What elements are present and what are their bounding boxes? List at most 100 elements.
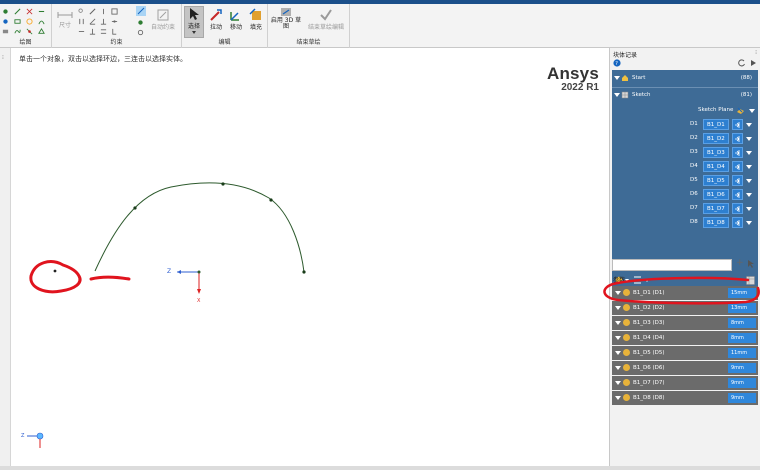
sketch-curve[interactable] xyxy=(94,182,305,273)
driver-caret[interactable] xyxy=(746,151,752,155)
expand-arrow-icon[interactable] xyxy=(615,351,621,355)
symmetric-icon[interactable] xyxy=(100,28,107,35)
help-icon[interactable]: ? xyxy=(613,59,621,67)
driver-caret[interactable] xyxy=(746,193,752,197)
refresh-icon[interactable] xyxy=(738,59,746,67)
concentric-icon[interactable] xyxy=(137,29,144,36)
sketch-point[interactable] xyxy=(221,182,225,186)
expand-arrow-icon[interactable] xyxy=(615,306,621,310)
sketch-plane-caret[interactable] xyxy=(749,109,755,113)
small-tool-icon[interactable] xyxy=(2,28,9,35)
polygon-tool-icon[interactable] xyxy=(38,28,45,35)
coincident-icon[interactable] xyxy=(78,8,85,15)
fill-button[interactable]: 填充 xyxy=(246,8,266,31)
driver-link-button[interactable] xyxy=(732,175,743,186)
tangent-line-icon[interactable] xyxy=(26,8,33,15)
driver-value-field[interactable]: B1_D5 xyxy=(703,175,729,186)
driver-value-field[interactable]: B1_D3 xyxy=(703,147,729,158)
tree-item-start[interactable]: Start (88) xyxy=(612,72,758,86)
driver-value-field[interactable]: B1_D1 xyxy=(703,119,729,130)
driver-caret[interactable] xyxy=(746,123,752,127)
driver-value-field[interactable]: B1_D8 xyxy=(703,217,729,228)
parameter-value-field[interactable]: 13mm xyxy=(728,303,756,313)
driver-caret[interactable] xyxy=(746,221,752,225)
driver-link-button[interactable] xyxy=(732,133,743,144)
pencil-icon[interactable] xyxy=(89,8,96,15)
driver-value-field[interactable]: B1_D7 xyxy=(703,203,729,214)
driver-caret[interactable] xyxy=(746,137,752,141)
pointer-icon[interactable] xyxy=(747,259,756,269)
driver-value-field[interactable]: B1_D4 xyxy=(703,161,729,172)
finish-sketch-edit-button[interactable]: 结束草绘编辑 xyxy=(304,8,348,31)
select-dropdown-caret[interactable] xyxy=(192,31,196,34)
list-caret[interactable] xyxy=(645,279,649,282)
parameter-row[interactable]: B1_D7 (D7) 9mm xyxy=(612,376,758,390)
curvature-icon[interactable] xyxy=(137,19,144,26)
driver-link-button[interactable] xyxy=(732,119,743,130)
driver-value-field[interactable]: B1_D2 xyxy=(703,133,729,144)
parameter-row[interactable]: B1_D6 (D6) 9mm xyxy=(612,361,758,375)
expand-arrow-icon[interactable] xyxy=(615,291,621,295)
list-icon[interactable] xyxy=(633,276,642,284)
fix-icon[interactable] xyxy=(111,28,118,35)
driver-link-button[interactable] xyxy=(732,161,743,172)
parallel-icon[interactable] xyxy=(78,18,85,25)
parameter-value-field[interactable]: 8mm xyxy=(728,333,756,343)
expand-arrow-icon[interactable] xyxy=(615,396,621,400)
enable-3d-sketch-button[interactable]: 启用 3D 草 图 xyxy=(270,6,302,30)
expand-arrow-icon[interactable] xyxy=(615,321,621,325)
line-tool-icon[interactable] xyxy=(14,8,21,15)
sketch-point[interactable] xyxy=(133,206,137,210)
play-icon[interactable] xyxy=(749,59,757,67)
dimension-button[interactable]: 尺寸 xyxy=(55,10,75,29)
driver-caret[interactable] xyxy=(746,165,752,169)
add-icon[interactable]: + xyxy=(736,258,744,268)
expand-arrow-icon[interactable] xyxy=(615,366,621,370)
sketch-plane-icon[interactable] xyxy=(736,106,745,115)
driver-caret[interactable] xyxy=(746,179,752,183)
point-tool-icon[interactable] xyxy=(26,28,33,35)
horizontal-icon[interactable] xyxy=(78,28,85,35)
arc-tool-icon[interactable] xyxy=(38,18,45,25)
design-canvas[interactable]: 单击一个对象，双击以选择环边，三连击以选择实体。 Ansys 2022 R1 Z… xyxy=(11,48,607,466)
parameter-value-field[interactable]: 9mm xyxy=(728,378,756,388)
parameter-row[interactable]: B1_D5 (D5) 11mm xyxy=(612,346,758,360)
parameter-value-field[interactable]: 15mm xyxy=(728,288,756,298)
driver-link-button[interactable] xyxy=(732,203,743,214)
circle-tool-icon[interactable] xyxy=(26,18,33,25)
tree-item-sketch[interactable]: Sketch (81) xyxy=(612,89,758,103)
driver-value-field[interactable]: B1_D6 xyxy=(703,189,729,200)
left-strip-pin-icon[interactable]: ⁝ xyxy=(2,54,4,61)
expand-arrow-icon[interactable] xyxy=(615,336,621,340)
equal-icon[interactable] xyxy=(111,8,118,15)
angle-icon[interactable] xyxy=(89,18,96,25)
parameter-row[interactable]: B1_D4 (D4) 8mm xyxy=(612,331,758,345)
driver-link-button[interactable] xyxy=(732,217,743,228)
sketch-endpoint[interactable] xyxy=(302,270,306,274)
sketch-plane-row[interactable]: Sketch Plane xyxy=(612,104,758,118)
tangent-icon[interactable] xyxy=(89,28,96,35)
auto-constrain-button[interactable]: 自动约束 xyxy=(148,8,178,31)
driver-caret[interactable] xyxy=(746,207,752,211)
driver-link-button[interactable] xyxy=(732,147,743,158)
parameter-value-field[interactable]: 11mm xyxy=(728,348,756,358)
driver-link-button[interactable] xyxy=(732,189,743,200)
parameter-row[interactable]: B1_D2 (D2) 13mm xyxy=(612,301,758,315)
rectangle-tool-icon[interactable] xyxy=(14,18,21,25)
sketch-origin-point[interactable] xyxy=(53,269,57,273)
sketch-point[interactable] xyxy=(269,198,273,202)
expand-arrow-icon[interactable] xyxy=(615,381,621,385)
constraint-highlight-icon[interactable] xyxy=(136,6,146,16)
small-tool-icon[interactable] xyxy=(2,8,9,15)
midpoint-icon[interactable] xyxy=(111,18,118,25)
select-button[interactable]: 选择 xyxy=(184,6,204,38)
perpendicular-icon[interactable] xyxy=(100,18,107,25)
vertical-icon[interactable] xyxy=(100,8,107,15)
parameter-row[interactable]: B1_D1 (D1) 15mm xyxy=(612,286,758,300)
expand-arrow-icon[interactable] xyxy=(614,93,620,97)
move-button[interactable]: 移动 xyxy=(226,8,246,31)
parameter-row[interactable]: B1_D8 (D8) 9mm xyxy=(612,391,758,405)
parameter-value-field[interactable]: 8mm xyxy=(728,318,756,328)
construction-line-icon[interactable] xyxy=(38,8,45,15)
parameter-value-field[interactable]: 9mm xyxy=(728,393,756,403)
